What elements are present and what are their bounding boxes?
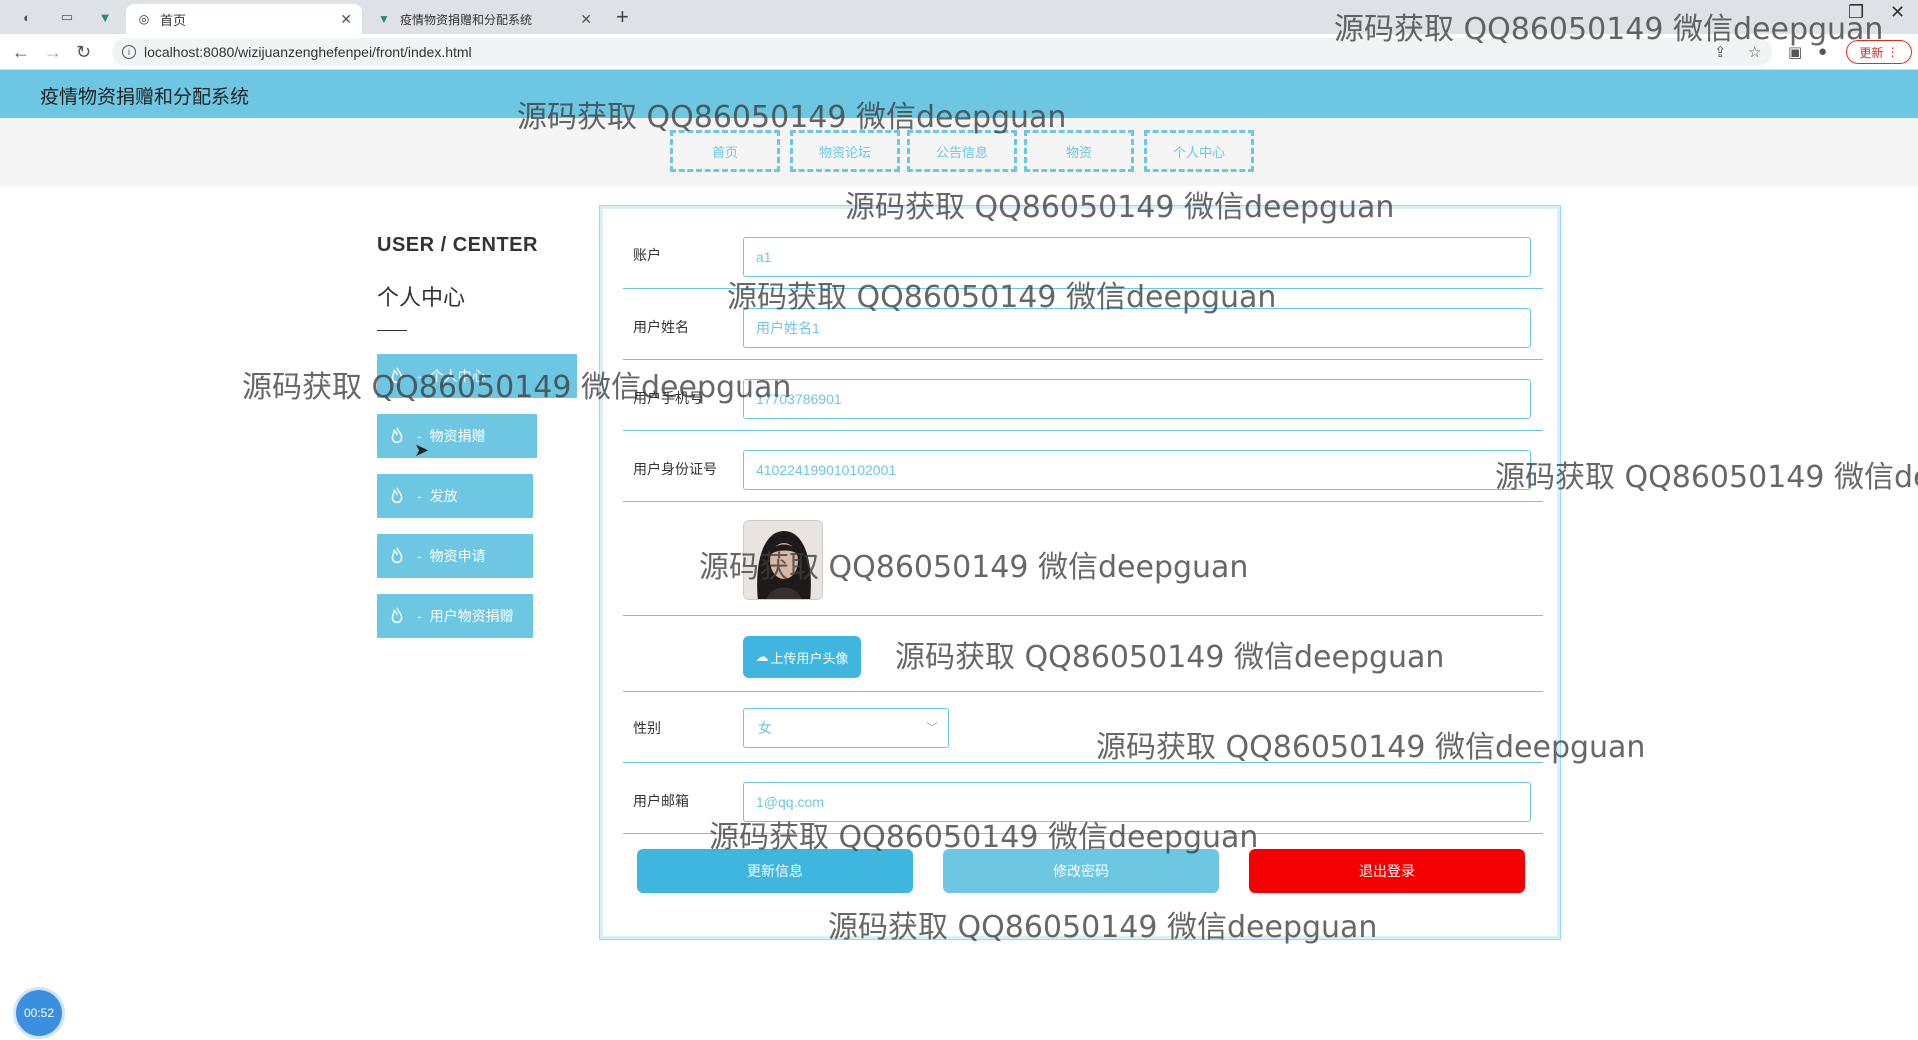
form-row-upload: ☁ 上传用户头像 [623,616,1543,692]
flame-icon [385,424,409,448]
vue-icon: ▼ [378,12,390,26]
back-icon[interactable]: ← [12,42,30,63]
update-button[interactable]: 更新 ⋮ [1846,40,1912,64]
chevron-down-icon: ﹀ [925,721,938,735]
globe-icon: ◎ [138,12,150,26]
flame-icon [385,544,409,568]
flame-icon [385,364,409,388]
sidebar-title-cn: 个人中心 [377,285,466,310]
user-form-panel: 账户 a1 用户姓名 用户姓名1 用户手机号 17703786901 用户身份证… [599,205,1561,940]
change-password-button[interactable]: 修改密码 [943,849,1219,893]
phone-field[interactable]: 17703786901 [743,379,1531,419]
new-tab-button[interactable]: + [616,4,629,30]
form-row-gender: 性别 女 ﹀ [623,692,1543,763]
idcard-field[interactable]: 410224199010102001 [743,450,1531,490]
cursor-icon: ➤ [414,440,430,460]
address-bar: ← → ↻ i localhost:8080/wizijuanzenghefen… [0,34,1918,70]
info-icon[interactable]: i [122,45,136,59]
vue-icon[interactable]: ▼ [96,8,114,26]
form-row-idcard: 用户身份证号 410224199010102001 [623,431,1543,502]
name-field[interactable]: 用户姓名1 [743,308,1531,348]
share-icon[interactable]: ⇪ [1714,43,1727,61]
tab-home[interactable]: ◎ 首页 ✕ [126,4,362,34]
main-nav: 首页 物资论坛 公告信息 物资 个人中心 [0,118,1918,186]
form-row-email: 用户邮箱 1@qq.com [623,763,1543,834]
forward-icon[interactable]: → [44,42,62,63]
sidebar-title-en: USER / CENTER [377,234,538,256]
recording-timer[interactable]: 00:52 [16,990,62,1036]
close-icon[interactable]: ✕ [580,11,592,28]
nav-supplies[interactable]: 物资 [1024,130,1134,172]
url-input[interactable]: i localhost:8080/wizijuanzenghefenpei/fr… [112,38,1772,66]
reload-icon[interactable]: ↻ [76,42,91,63]
account-field[interactable]: a1 [743,237,1531,277]
flame-icon [385,484,409,508]
avatar [743,520,823,600]
star-icon[interactable]: ☆ [1748,43,1761,61]
form-row-name: 用户姓名 用户姓名1 [623,289,1543,360]
update-info-button[interactable]: 更新信息 [637,849,913,893]
sidebar-item-donation[interactable]: - 物资捐赠 [377,414,537,458]
nav-forum[interactable]: 物资论坛 [790,130,900,172]
nav-home[interactable]: 首页 [670,130,780,172]
nav-user-center[interactable]: 个人中心 [1144,130,1254,172]
sidebar-item-distribution[interactable]: - 发放 [377,474,533,518]
logout-button[interactable]: 退出登录 [1249,849,1525,893]
site-header: 疫情物资捐赠和分配系统 [0,70,1918,118]
pinned-tab-icon[interactable]: ◐ [18,8,36,26]
tab-system[interactable]: ▼ 疫情物资捐赠和分配系统 ✕ [366,4,602,34]
sidebar-item-application[interactable]: - 物资申请 [377,534,533,578]
site-title: 疫情物资捐赠和分配系统 [40,87,250,108]
sidebar-item-user-center[interactable]: - 个人中心 [377,354,577,398]
gender-select[interactable]: 女 ﹀ [743,708,949,748]
sidebar-item-user-donation[interactable]: - 用户物资捐赠 [377,594,533,638]
maximize-icon[interactable]: ❐ [1848,2,1864,23]
upload-avatar-button[interactable]: ☁ 上传用户头像 [743,636,861,678]
close-icon[interactable]: ✕ [340,11,352,28]
form-row-account: 账户 a1 [623,209,1543,289]
cloud-upload-icon: ☁ [755,649,769,664]
nav-notice[interactable]: 公告信息 [907,130,1017,172]
pinned-tab-icon[interactable]: ▭ [58,8,76,26]
divider [377,330,407,331]
form-row-avatar [623,502,1543,616]
flame-icon [385,604,409,628]
close-window-icon[interactable]: ✕ [1890,2,1905,23]
form-row-phone: 用户手机号 17703786901 [623,360,1543,431]
browser-tab-bar: ◐ ▭ ▼ ◎ 首页 ✕ ▼ 疫情物资捐赠和分配系统 ✕ + ❐ ✕ [0,0,1918,34]
email-field[interactable]: 1@qq.com [743,782,1531,822]
sidepanel-icon[interactable]: ▣ [1788,43,1802,61]
profile-icon[interactable]: ● [1818,43,1827,60]
